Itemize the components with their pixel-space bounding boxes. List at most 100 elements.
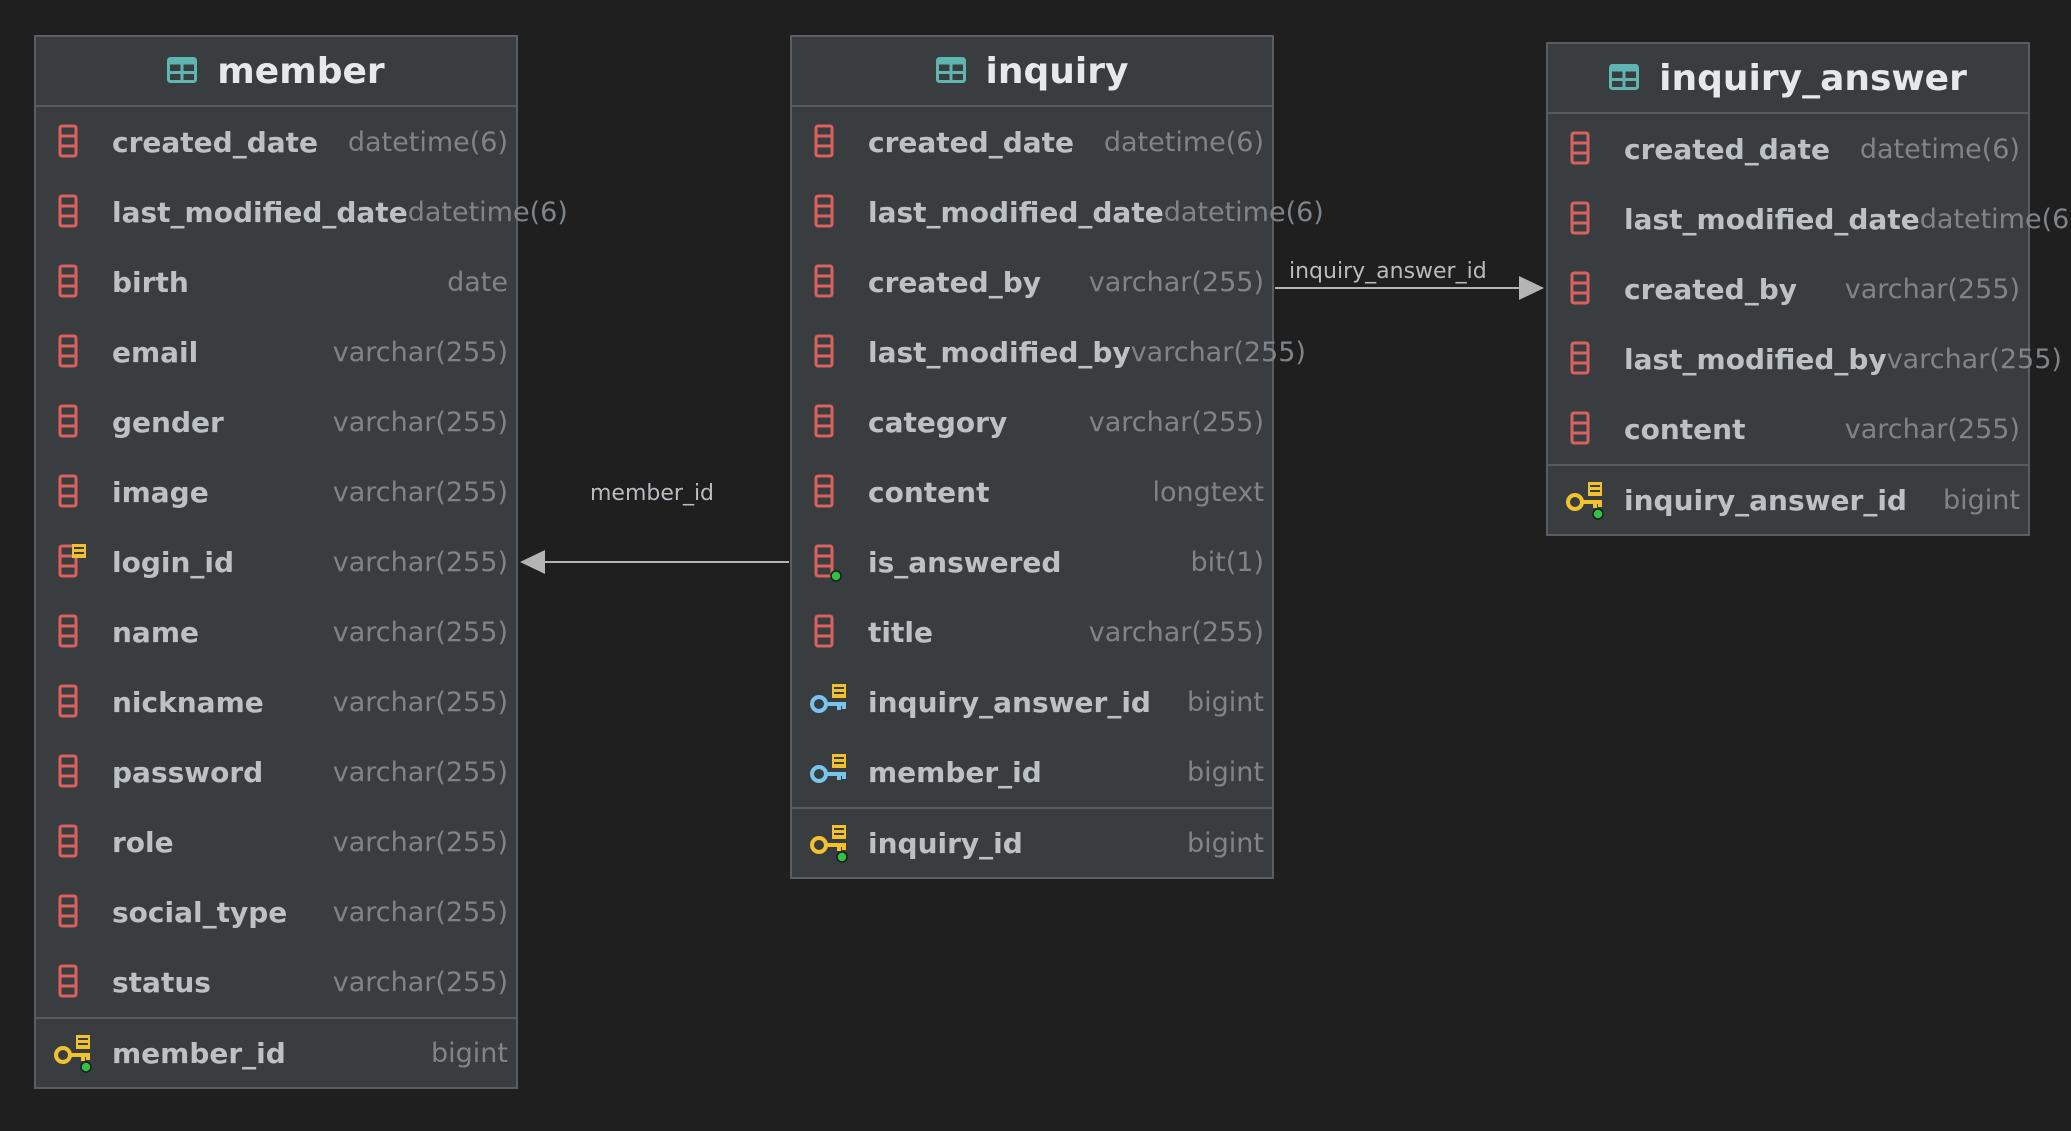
column-name: member_id: [112, 1036, 286, 1070]
column-row[interactable]: inquiry_answer_id bigint: [792, 667, 1272, 737]
column-name: password: [112, 755, 264, 789]
column-row[interactable]: created_by varchar(255): [1548, 254, 2028, 324]
column-name: content: [868, 475, 990, 509]
table-title: inquiry: [985, 50, 1129, 92]
table-header[interactable]: member: [36, 37, 516, 107]
column-row[interactable]: member_id bigint: [792, 737, 1272, 807]
column-type: varchar(255): [332, 966, 508, 998]
column-icon: [54, 612, 94, 652]
column-name: login_id: [112, 545, 235, 579]
column-row[interactable]: content longtext: [792, 457, 1272, 527]
column-row[interactable]: nickname varchar(255): [36, 667, 516, 737]
table-icon: [1609, 58, 1640, 99]
primary-key-row[interactable]: member_id bigint: [36, 1017, 516, 1087]
column-type: datetime(6): [1163, 196, 1324, 228]
column-type: datetime(6): [1103, 126, 1264, 158]
column-name: name: [112, 615, 199, 649]
column-name: inquiry_id: [868, 826, 1023, 860]
column-row[interactable]: birth date: [36, 247, 516, 317]
table-member[interactable]: member created_date datetime(6) last_modifi…: [34, 35, 568, 1089]
column-type: varchar(255): [332, 476, 508, 508]
table-inquiry-answer[interactable]: inquiry_answer created_date datetime(6) las…: [1546, 42, 2071, 536]
column-type: bigint: [1187, 827, 1264, 859]
column-name: last_modified_date: [112, 195, 408, 229]
column-row[interactable]: last_modified_date datetime(6): [36, 177, 568, 247]
column-row[interactable]: created_by varchar(255): [792, 247, 1272, 317]
column-name: last_modified_by: [868, 335, 1131, 369]
table-title: member: [217, 50, 385, 92]
column-name: last_modified_by: [1624, 342, 1887, 376]
column-row[interactable]: created_date datetime(6): [1548, 114, 2028, 184]
table-icon: [935, 51, 966, 92]
column-name: created_by: [1624, 272, 1798, 306]
table-inquiry[interactable]: inquiry created_date datetime(6) last_modif…: [790, 35, 1324, 879]
arrowhead-icon: [1519, 276, 1544, 300]
column-icon: [54, 822, 94, 862]
column-name: created_date: [868, 125, 1075, 159]
column-row[interactable]: status varchar(255): [36, 947, 516, 1017]
column-type: varchar(255): [1088, 406, 1264, 438]
column-name: gender: [112, 405, 224, 439]
column-name: role: [112, 825, 174, 859]
unique-column-icon: [54, 542, 94, 582]
column-row[interactable]: title varchar(255): [792, 597, 1272, 667]
column-row[interactable]: created_date datetime(6): [792, 107, 1272, 177]
column-row[interactable]: last_modified_date datetime(6): [1548, 184, 2071, 254]
column-row[interactable]: role varchar(255): [36, 807, 516, 877]
column-icon: [54, 682, 94, 722]
column-name: created_date: [112, 125, 319, 159]
column-row[interactable]: content varchar(255): [1548, 394, 2028, 464]
column-type: longtext: [1152, 476, 1264, 508]
column-type: varchar(255): [332, 336, 508, 368]
column-row[interactable]: login_id varchar(255): [36, 527, 516, 597]
column-row[interactable]: gender varchar(255): [36, 387, 516, 457]
column-name: social_type: [112, 895, 288, 929]
column-type: bigint: [1187, 756, 1264, 788]
primary-key-row[interactable]: inquiry_id bigint: [792, 807, 1272, 877]
table-title: inquiry_answer: [1659, 57, 1967, 99]
column-icon: [1566, 409, 1606, 449]
foreign-key-icon: [810, 752, 850, 792]
column-icon: [54, 892, 94, 932]
primary-key-row[interactable]: inquiry_answer_id bigint: [1548, 464, 2028, 534]
column-icon: [54, 752, 94, 792]
column-row[interactable]: category varchar(255): [792, 387, 1272, 457]
column-row[interactable]: name varchar(255): [36, 597, 516, 667]
column-type: varchar(255): [332, 686, 508, 718]
column-row[interactable]: image varchar(255): [36, 457, 516, 527]
column-icon: [810, 402, 850, 442]
primary-key-icon: [810, 823, 850, 863]
column-row[interactable]: email varchar(255): [36, 317, 516, 387]
primary-key-icon: [1566, 480, 1606, 520]
column-row[interactable]: password varchar(255): [36, 737, 516, 807]
column-type: varchar(255): [332, 616, 508, 648]
column-type: varchar(255): [332, 896, 508, 928]
column-icon: [1566, 269, 1606, 309]
column-type: varchar(255): [1844, 413, 2020, 445]
column-row[interactable]: social_type varchar(255): [36, 877, 516, 947]
column-type: varchar(255): [1886, 343, 2062, 375]
relation-label-member-id: member_id: [590, 481, 715, 506]
column-type: varchar(255): [332, 826, 508, 858]
table-header[interactable]: inquiry_answer: [1548, 44, 2028, 114]
column-row[interactable]: is_answered bit(1): [792, 527, 1272, 597]
column-row[interactable]: last_modified_by varchar(255): [792, 317, 1306, 387]
table-header[interactable]: inquiry: [792, 37, 1272, 107]
column-name: category: [868, 405, 1008, 439]
column-icon: [810, 332, 850, 372]
column-icon: [1566, 339, 1606, 379]
column-icon: [54, 402, 94, 442]
column-name: is_answered: [868, 545, 1062, 579]
table-icon: [167, 51, 198, 92]
column-icon: [54, 962, 94, 1002]
relation-label-inquiry-answer-id: inquiry_answer_id: [1289, 259, 1487, 284]
column-row[interactable]: created_date datetime(6): [36, 107, 516, 177]
column-type: varchar(255): [1130, 336, 1306, 368]
column-name: title: [868, 615, 933, 649]
connector-member-id[interactable]: [520, 550, 789, 574]
column-row[interactable]: last_modified_by varchar(255): [1548, 324, 2062, 394]
column-name: status: [112, 965, 211, 999]
column-type: varchar(255): [332, 756, 508, 788]
column-name: created_date: [1624, 132, 1831, 166]
column-row[interactable]: last_modified_date datetime(6): [792, 177, 1324, 247]
